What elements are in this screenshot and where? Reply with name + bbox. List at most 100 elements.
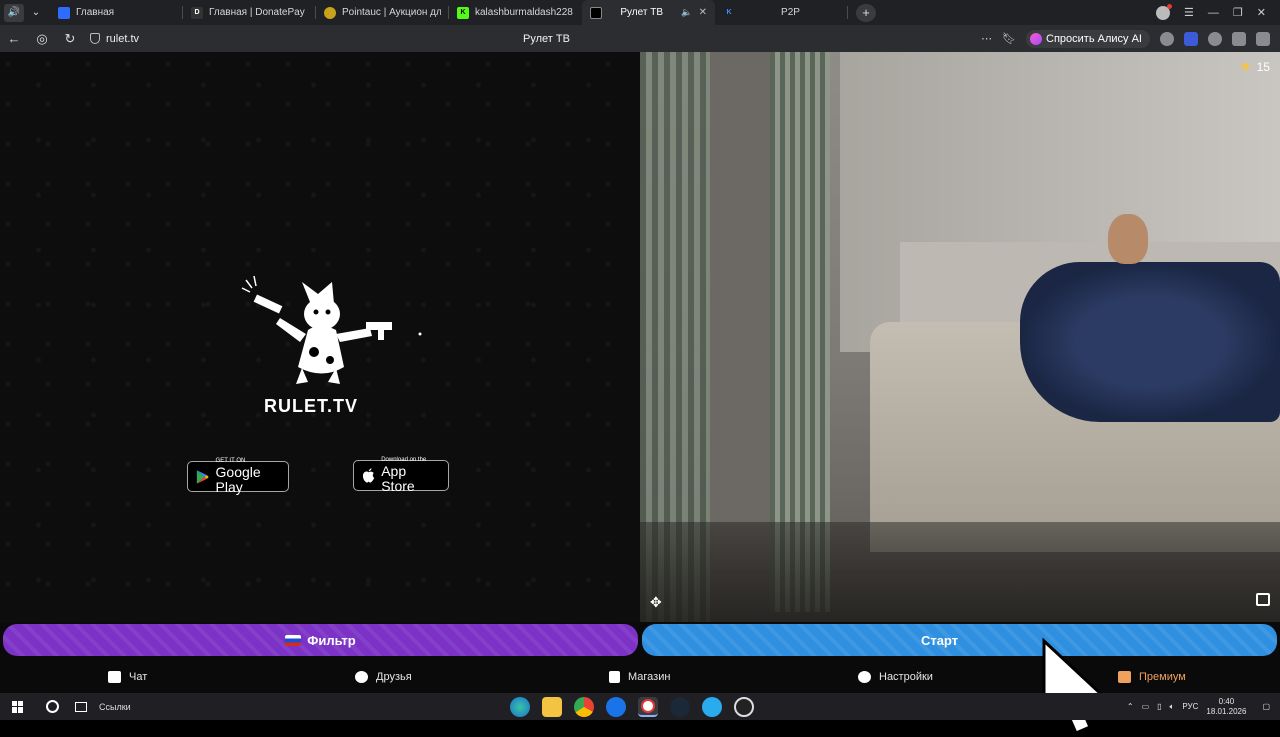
address-bar: ← ◎ ↻ rulet.tv Рулет ТВ ⋯ 🔖︎ Спросить Ал… (0, 25, 1280, 52)
more-dots-icon[interactable]: ⋯ (981, 32, 992, 45)
gift-icon[interactable] (1256, 593, 1270, 606)
tab-glavnaya[interactable]: Главная (50, 0, 183, 25)
download-icon[interactable] (1256, 31, 1270, 46)
windows-start-icon[interactable] (12, 700, 24, 713)
mail-icon[interactable] (606, 696, 626, 717)
steam-icon[interactable] (670, 696, 690, 717)
start-label: Старт (920, 632, 959, 648)
tag-icon (1118, 670, 1131, 683)
rating-badge: ★ 15 (1239, 58, 1270, 75)
telegram-icon[interactable] (702, 696, 722, 717)
menu-shop-label: Магазин (628, 670, 671, 683)
menu-friends[interactable]: Друзья (355, 670, 412, 683)
translate-icon[interactable] (1160, 31, 1174, 46)
chevron-down-icon[interactable]: ⌄ (26, 4, 46, 22)
system-tray: ⌃ ▭ ▯ 🔈︎ РУС 0:40 18.01.2026 ▢ (1127, 697, 1270, 717)
menu-premium-label: Премиум (1139, 670, 1186, 683)
friends-icon (355, 670, 368, 683)
filter-label: Фильтр (307, 632, 356, 648)
obs-icon[interactable] (734, 696, 754, 717)
chat-icon (108, 670, 121, 683)
rulet-tv-page: RULET.TV GET IT ON Google Play Download … (0, 52, 1280, 735)
new-tab-button[interactable]: + (856, 3, 876, 22)
mouse-cursor-icon (1042, 637, 1106, 735)
page-title: Рулет ТВ (523, 32, 570, 45)
rulet-logo: RULET.TV (240, 242, 440, 442)
google-play-big: Google Play (215, 464, 261, 495)
tab-favicon-icon: K (457, 6, 469, 19)
search-icon[interactable] (46, 700, 59, 713)
menu-settings[interactable]: Настройки (858, 670, 933, 683)
clock-date: 18.01.2026 (1206, 706, 1247, 716)
yandex-browser-icon[interactable] (638, 696, 658, 717)
menu-icon[interactable]: ☰ (1184, 6, 1194, 19)
volume-icon[interactable]: 🔈︎ (1170, 702, 1175, 712)
alice-icon (1030, 32, 1043, 45)
alice-label: Спросить Алису AI (1046, 32, 1142, 45)
move-icon[interactable]: ✥ (650, 594, 662, 611)
partner-video: ★ 15 ✥ (640, 52, 1280, 622)
google-play-icon (196, 469, 209, 484)
tab-favicon-icon (58, 6, 70, 19)
start-button[interactable]: Старт (642, 624, 1277, 656)
tab-donatepay[interactable]: D Главная | DonatePay (183, 0, 316, 25)
filter-button[interactable]: Фильтр (3, 624, 638, 656)
apple-icon (362, 468, 375, 483)
address-bar-actions: ⋯ 🔖︎ Спросить Алису AI (981, 25, 1280, 52)
tab-rulet-tv[interactable]: Рулет ТВ 🔈 ✕ (582, 0, 715, 25)
tab-title: Главная (76, 7, 115, 18)
profile-avatar[interactable] (1156, 3, 1173, 20)
shop-bag-icon (609, 670, 620, 683)
clock[interactable]: 0:40 18.01.2026 (1206, 697, 1246, 717)
restore-icon[interactable]: ❐ (1233, 6, 1243, 19)
tab-title: Рулет ТВ (620, 7, 664, 18)
language-indicator[interactable]: РУС (1182, 702, 1198, 711)
clock-time: 0:40 (1218, 696, 1235, 706)
bookmark-icon[interactable]: 🔖︎ (1002, 32, 1016, 45)
close-icon[interactable]: ✕ (699, 7, 707, 18)
tab-p2p[interactable]: K P2P (715, 0, 848, 25)
tab-favicon-icon: D (191, 6, 203, 19)
tab-favicon-icon: K (726, 9, 732, 16)
minimize-icon[interactable]: — (1208, 7, 1219, 19)
google-play-button[interactable]: GET IT ON Google Play (187, 458, 289, 495)
file-explorer-icon[interactable] (542, 696, 562, 717)
tray-chevron-icon[interactable]: ⌃ (1127, 702, 1134, 711)
collections-icon[interactable] (1232, 31, 1246, 46)
menu-premium[interactable]: Премиум (1118, 670, 1186, 683)
extension-icon[interactable] (1184, 31, 1198, 46)
tab-favicon-icon (324, 6, 336, 19)
tab-title: Pointauc | Аукцион для ст (342, 7, 441, 18)
app-store-big: App Store (381, 463, 415, 494)
menu-settings-label: Настройки (879, 670, 933, 683)
rating-value: 15 (1256, 59, 1270, 74)
network-icon[interactable]: ▭ (1142, 702, 1150, 711)
play-icon[interactable] (1208, 31, 1222, 46)
menu-shop[interactable]: Магазин (609, 670, 671, 683)
browser-tab-bar: 🔊 ⌄ Главная D Главная | DonatePay Pointa… (0, 0, 1280, 25)
sound-icon[interactable]: 🔊 (4, 3, 24, 22)
battery-icon[interactable]: ▯ (1157, 702, 1161, 711)
tab-sound-icon[interactable]: 🔈 (681, 7, 692, 18)
links-toolbar[interactable]: Ссылки (99, 702, 131, 712)
window-controls: ☰ — ❐ ✕ (1156, 3, 1280, 20)
tab-title: Главная | DonatePay (209, 7, 305, 18)
tab-favicon-icon (590, 6, 602, 19)
tab-kick[interactable]: K kalashburmaldash228 Stre (449, 0, 582, 25)
tab-bar-controls: 🔊 ⌄ (0, 0, 50, 25)
tab-pointauc[interactable]: Pointauc | Аукцион для ст (316, 0, 449, 25)
task-view-icon[interactable] (75, 701, 87, 712)
windows-taskbar: Ссылки ⌃ ▭ ▯ 🔈︎ РУС 0:40 18.01.2026 ▢ (0, 693, 1280, 720)
app-store-button[interactable]: Download on the App Store (353, 457, 449, 494)
ask-alice-button[interactable]: Спросить Алису AI (1026, 29, 1150, 48)
menu-friends-label: Друзья (376, 670, 412, 683)
taskbar-apps (510, 696, 754, 717)
russia-flag-icon (285, 634, 302, 646)
close-window-icon[interactable]: ✕ (1257, 6, 1266, 19)
menu-chat[interactable]: Чат (108, 670, 148, 683)
notifications-icon[interactable]: ▢ (1262, 702, 1270, 711)
menu-chat-label: Чат (129, 670, 148, 683)
edge-icon[interactable] (510, 696, 530, 717)
logo-text: RULET.TV (263, 396, 358, 416)
chrome-icon[interactable] (574, 696, 594, 717)
